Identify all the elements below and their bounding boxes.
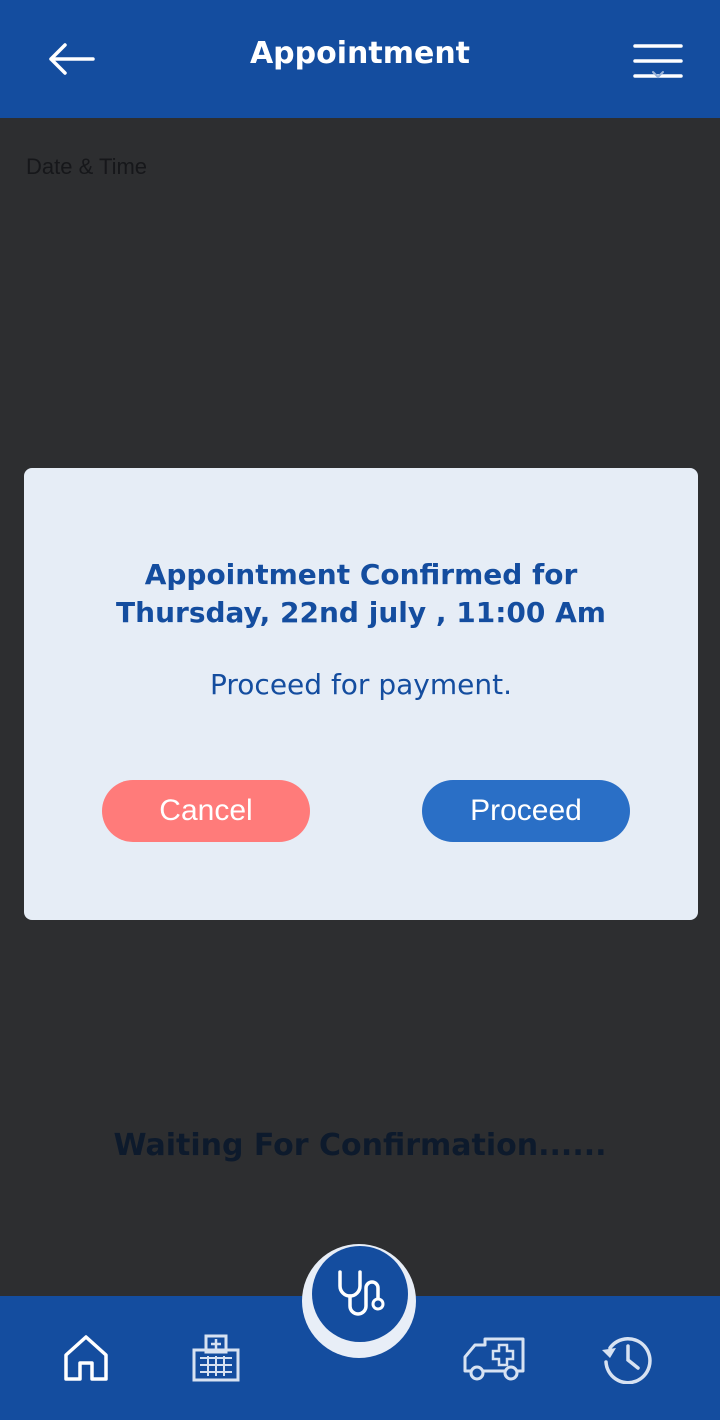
ambulance-icon [463, 1337, 525, 1381]
page-title: Appointment [249, 36, 471, 71]
dialog-subtext: Proceed for payment. [210, 668, 512, 701]
dialog-heading: Appointment Confirmed for Thursday, 22nd… [24, 556, 698, 632]
waiting-status: Waiting For Confirmation...... [113, 1128, 607, 1163]
cancel-button[interactable]: Cancel [102, 780, 310, 842]
date-time-label: Date & Time [26, 154, 148, 179]
dialog-heading-line2: Thursday, 22nd july , 11:00 Am [116, 596, 606, 629]
dialog-heading-line1: Appointment Confirmed for [144, 558, 578, 591]
nav-ambulance[interactable] [460, 1330, 528, 1386]
nav-hospital[interactable] [186, 1330, 246, 1386]
nav-home[interactable] [56, 1330, 116, 1386]
home-icon [64, 1335, 108, 1381]
hospital-icon [192, 1334, 240, 1382]
menu-button[interactable] [626, 36, 690, 86]
hamburger-menu-icon [633, 44, 683, 79]
proceed-button[interactable]: Proceed [422, 780, 630, 842]
app-bar: Appointment [0, 0, 720, 118]
nav-history[interactable] [596, 1330, 656, 1386]
history-icon [602, 1337, 652, 1384]
stethoscope-icon [338, 1270, 385, 1316]
doctor-consult-button[interactable] [312, 1246, 408, 1342]
confirmation-dialog: Appointment Confirmed for Thursday, 22nd… [24, 468, 698, 920]
